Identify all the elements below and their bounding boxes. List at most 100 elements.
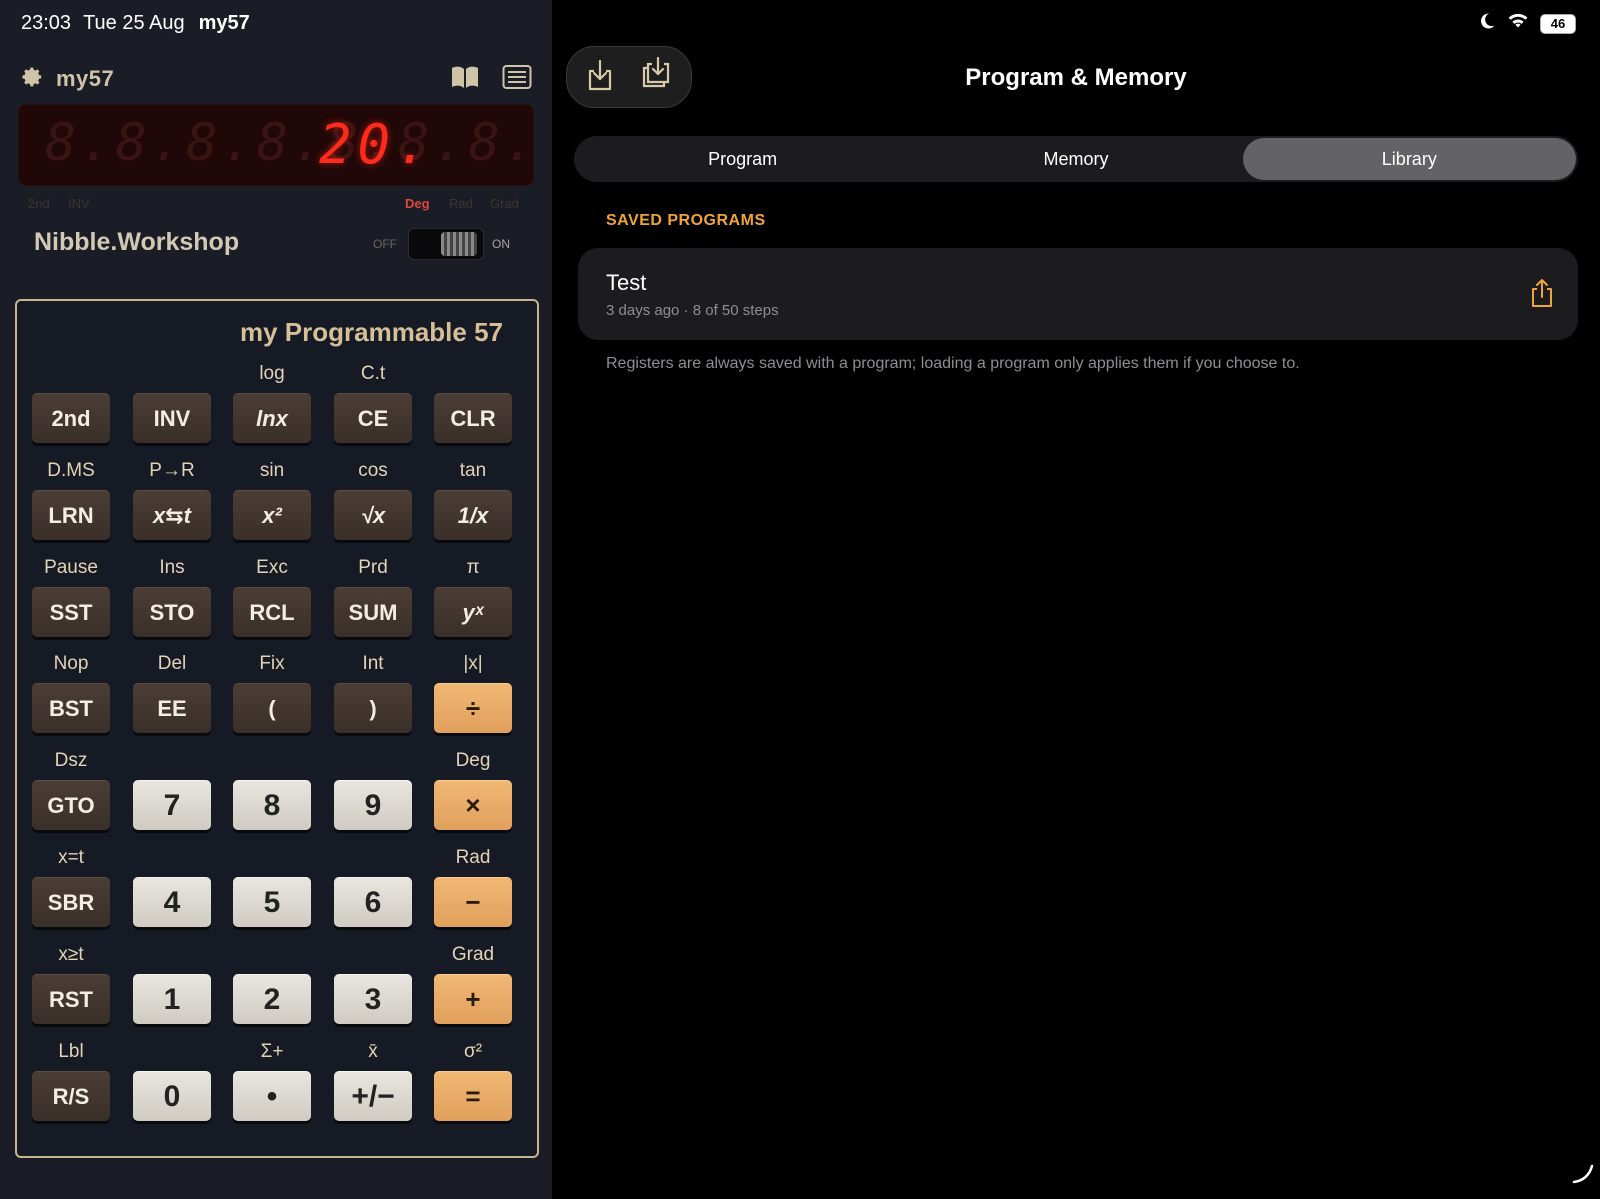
list-item[interactable]: Test 3 days ago · 8 of 50 steps	[578, 248, 1578, 340]
tab-bar: Program Memory Library	[574, 136, 1578, 182]
key-shift-label: Int	[362, 653, 384, 674]
key-shift-label: log	[259, 363, 285, 384]
status-date: Tue 25 Aug	[83, 12, 185, 34]
key-2nd-button[interactable]: 2nd	[32, 393, 110, 443]
gear-icon[interactable]	[18, 64, 44, 95]
key-shift-label: C.t	[360, 363, 386, 384]
key-ce-button[interactable]: CE	[334, 393, 412, 443]
resize-handle-icon[interactable]	[1572, 1162, 1594, 1189]
key-lrn-button[interactable]: LRN	[32, 490, 110, 540]
key-shift-label: x=t	[58, 847, 84, 868]
key-5-button[interactable]: 5	[233, 877, 311, 927]
brand-label: Nibble.Workshop	[34, 228, 240, 256]
key-shift-label: Rad	[455, 847, 491, 868]
key-shift-label: |x|	[463, 653, 483, 674]
display-value: 20.	[319, 113, 435, 176]
indicator-deg: Deg	[405, 196, 430, 211]
key-x-button[interactable]: √x	[334, 490, 412, 540]
key-shift-label: x̄	[368, 1041, 378, 1062]
key-shift-label: Ins	[159, 557, 185, 578]
key-sst-button[interactable]: SST	[32, 587, 110, 637]
key-7-button[interactable]: 7	[133, 780, 211, 830]
key-shift-label: Pause	[44, 557, 98, 578]
book-icon[interactable]	[450, 64, 480, 95]
battery-level: 46	[1550, 15, 1566, 31]
keypad: my Programmable 57 2nd INV log lnx C.t CE CLR D…	[15, 299, 539, 1158]
switch-on-label: ON	[492, 237, 510, 251]
key-clr-button[interactable]: CLR	[434, 393, 512, 443]
key-rs-button[interactable]: R/S	[32, 1071, 110, 1121]
key-shift-label: Σ+	[260, 1041, 284, 1062]
key-sto-button[interactable]: STO	[133, 587, 211, 637]
tab-program[interactable]: Program	[576, 138, 909, 180]
status-time: 23:03	[21, 12, 72, 34]
wifi-icon	[1506, 12, 1530, 35]
key-x-button[interactable]: x²	[233, 490, 311, 540]
program-meta: 3 days ago · 8 of 50 steps	[606, 302, 779, 319]
key-shift-label: cos	[358, 460, 388, 481]
tab-library[interactable]: Library	[1242, 138, 1576, 180]
key-r4c4-button[interactable]: ×	[434, 780, 512, 830]
key-shift-label: sin	[259, 460, 285, 481]
key-1x-button[interactable]: 1/x	[434, 490, 512, 540]
key-gto-button[interactable]: GTO	[32, 780, 110, 830]
calculator-panel: 23:03 Tue 25 Aug my57 my57 8.8.8.8.8.8.8…	[0, 0, 552, 1199]
switch-off-label: OFF	[373, 237, 397, 251]
key-xt-button[interactable]: x⇆t	[133, 490, 211, 540]
key-8-button[interactable]: 8	[233, 780, 311, 830]
panel-title: Program & Memory	[965, 64, 1187, 91]
program-memory-panel: 46 Program & Memory Program Memory Libra…	[552, 0, 1600, 1199]
key-shift-label: D.MS	[47, 460, 95, 481]
key-r7c4-button[interactable]: =	[434, 1071, 512, 1121]
key-lnx-button[interactable]: lnx	[233, 393, 311, 443]
key-bst-button[interactable]: BST	[32, 683, 110, 733]
key-rst-button[interactable]: RST	[32, 974, 110, 1024]
key-9-button[interactable]: 9	[334, 780, 412, 830]
calculator-header: my57	[18, 62, 532, 96]
key-shift-label: Prd	[358, 557, 388, 578]
indicator-grad: Grad	[490, 196, 519, 211]
key-r3c2-button[interactable]: (	[233, 683, 311, 733]
tab-memory[interactable]: Memory	[909, 138, 1242, 180]
key-1-button[interactable]: 1	[133, 974, 211, 1024]
key-r3c3-button[interactable]: )	[334, 683, 412, 733]
keypad-title: my Programmable 57	[239, 317, 503, 347]
calculator-title: my57	[56, 66, 115, 91]
key-shift-label: Fix	[259, 653, 285, 674]
key-3-button[interactable]: 3	[334, 974, 412, 1024]
key-r7c3-button[interactable]: +/−	[334, 1071, 412, 1121]
key-4-button[interactable]: 4	[133, 877, 211, 927]
key-shift-label: tan	[459, 460, 487, 481]
key-y-button[interactable]: yˣ	[434, 587, 512, 637]
key-inv-button[interactable]: INV	[133, 393, 211, 443]
power-switch[interactable]	[408, 228, 484, 260]
key-r5c4-button[interactable]: −	[434, 877, 512, 927]
section-header: SAVED PROGRAMS	[606, 212, 766, 229]
led-display: 8.8.8.8.8.8.8. 8.8.8. 20.	[18, 104, 534, 186]
indicator-2nd: 2nd	[28, 196, 50, 211]
key-shift-label: Grad	[451, 944, 495, 965]
key-rcl-button[interactable]: RCL	[233, 587, 311, 637]
key-shift-label: Nop	[53, 653, 89, 674]
key-2-button[interactable]: 2	[233, 974, 311, 1024]
key-shift-label: Deg	[455, 750, 491, 771]
indicator-inv: INV	[68, 196, 90, 211]
key-sum-button[interactable]: SUM	[334, 587, 412, 637]
key-shift-label: x≥t	[58, 944, 84, 965]
key-shift-label: Del	[157, 653, 187, 674]
key-shift-label: Exc	[256, 557, 288, 578]
battery-icon: 46	[1540, 13, 1576, 34]
key-ee-button[interactable]: EE	[133, 683, 211, 733]
key-r3c4-button[interactable]: ÷	[434, 683, 512, 733]
key-sbr-button[interactable]: SBR	[32, 877, 110, 927]
list-icon[interactable]	[502, 64, 532, 95]
switch-knob[interactable]	[441, 232, 477, 256]
indicator-rad: Rad	[449, 196, 473, 211]
key-shift-label: Lbl	[58, 1041, 84, 1062]
moon-icon	[1478, 12, 1496, 35]
share-icon[interactable]	[1530, 278, 1554, 313]
key-0-button[interactable]: 0	[133, 1071, 211, 1121]
key-6-button[interactable]: 6	[334, 877, 412, 927]
key-r6c4-button[interactable]: +	[434, 974, 512, 1024]
key-r7c2-button[interactable]: •	[233, 1071, 311, 1121]
